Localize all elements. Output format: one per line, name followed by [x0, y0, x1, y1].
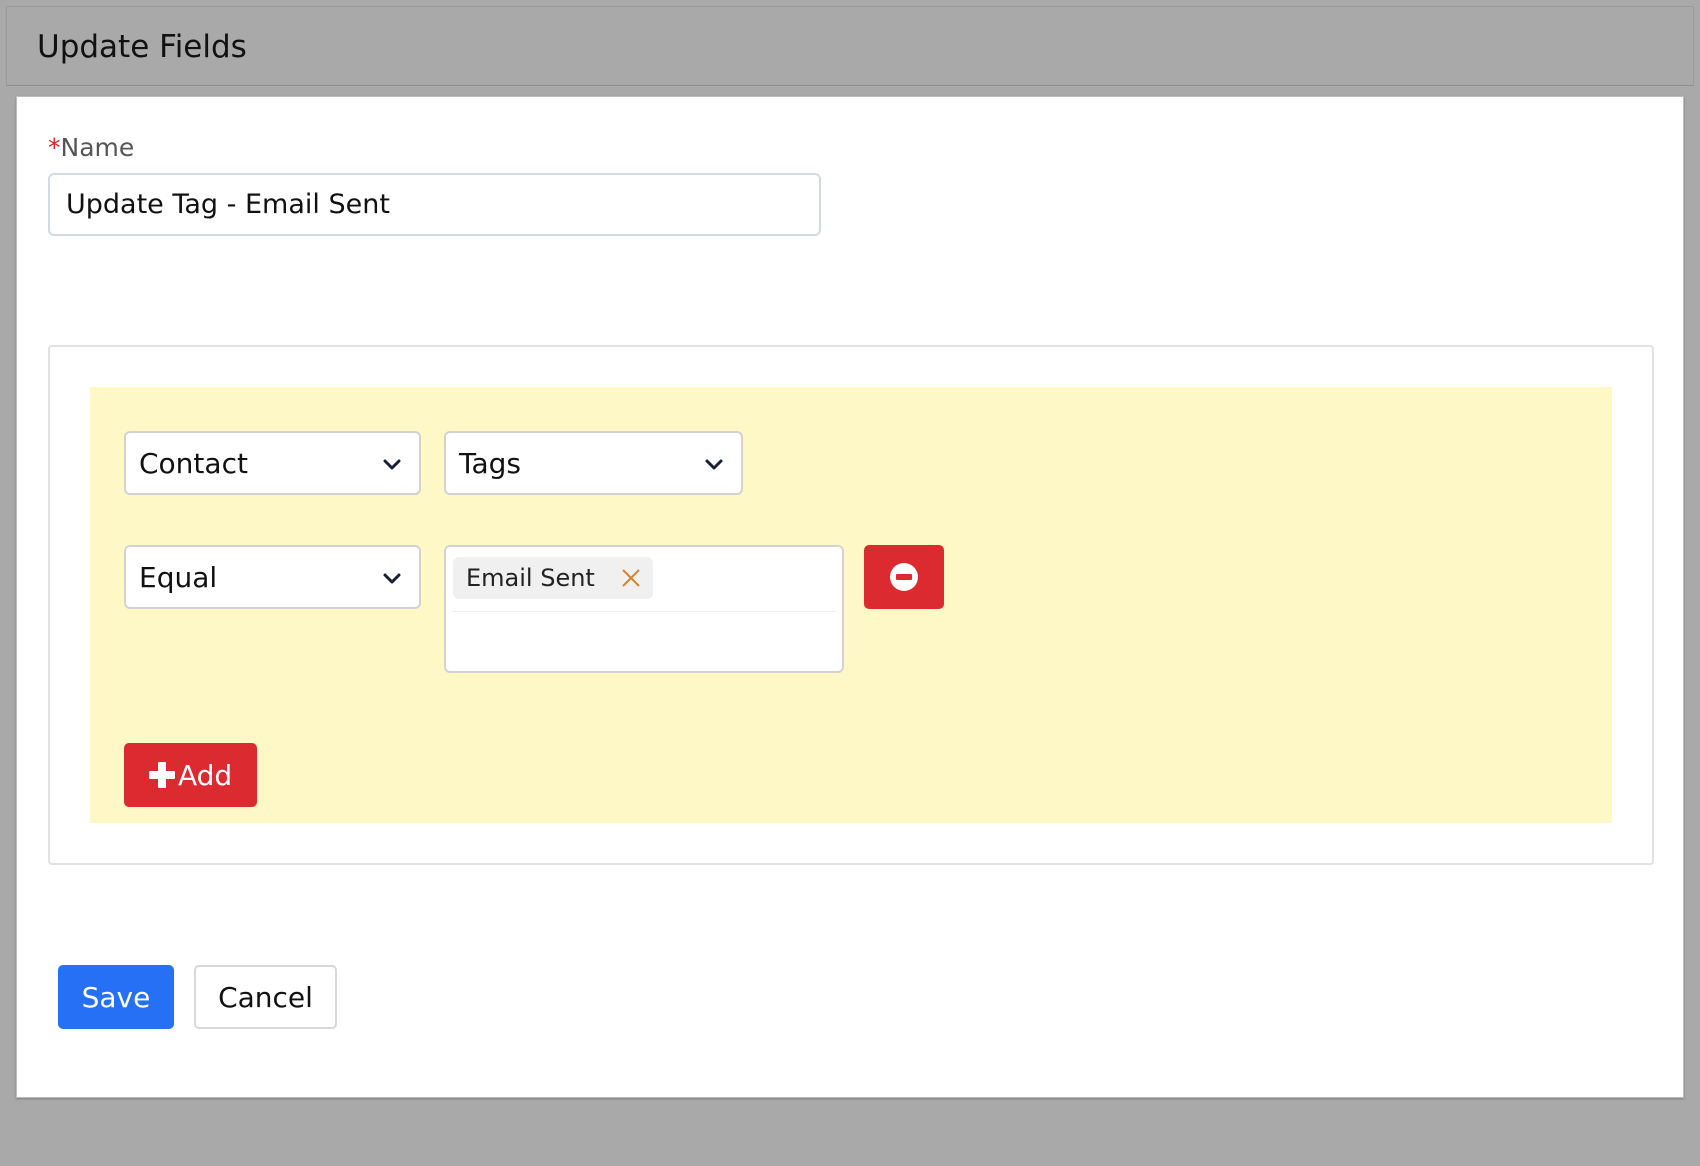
dialog-header: Update Fields: [6, 6, 1694, 86]
save-button[interactable]: Save: [58, 965, 174, 1029]
chevron-down-icon: [705, 459, 723, 470]
value-multiselect[interactable]: Email Sent: [444, 545, 844, 673]
value-input-divider: [452, 611, 836, 612]
object-select-value: Contact: [139, 446, 248, 480]
dialog-title: Update Fields: [37, 29, 247, 65]
name-label: *Name: [48, 133, 134, 162]
add-rule-button[interactable]: Add: [124, 743, 257, 807]
object-select[interactable]: Contact: [124, 431, 421, 495]
operator-select-value: Equal: [139, 560, 218, 594]
plus-icon: [149, 762, 175, 788]
required-marker: *: [48, 133, 61, 162]
chevron-down-icon: [383, 459, 401, 470]
operator-select[interactable]: Equal: [124, 545, 421, 609]
chevron-down-icon: [383, 573, 401, 584]
name-input[interactable]: [48, 173, 821, 236]
name-label-text: Name: [60, 133, 135, 162]
field-select-value: Tags: [459, 446, 521, 480]
minus-circle-icon: [890, 563, 918, 591]
remove-rule-button[interactable]: [864, 545, 944, 609]
add-button-label: Add: [178, 758, 233, 792]
field-select[interactable]: Tags: [444, 431, 743, 495]
value-chip-label: Email Sent: [466, 564, 595, 592]
close-icon[interactable]: [618, 565, 644, 591]
value-chip: Email Sent: [453, 557, 653, 599]
cancel-button[interactable]: Cancel: [194, 965, 337, 1029]
